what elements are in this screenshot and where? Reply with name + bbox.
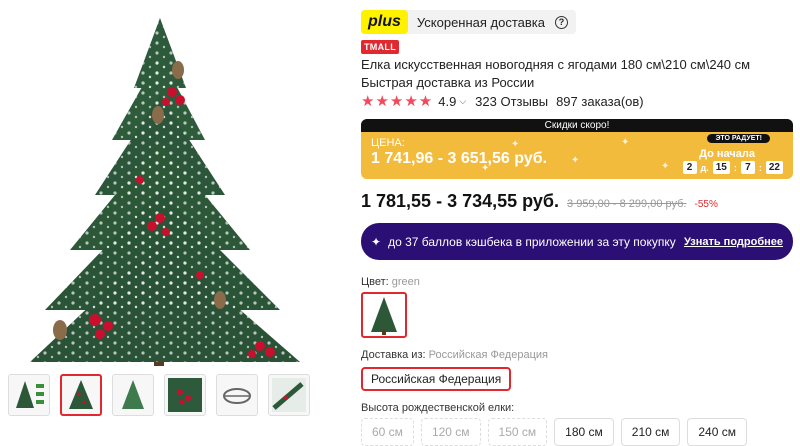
christmas-tree-image	[30, 18, 300, 366]
tmall-badge: TMALL	[361, 40, 399, 54]
sparkle-icon: ✦	[571, 155, 580, 166]
cashback-learn-more-link[interactable]: Узнать подробнее	[684, 236, 783, 248]
countdown-separator: :	[758, 162, 762, 173]
thumbnail-3[interactable]	[112, 374, 154, 416]
thumbnail-6[interactable]	[268, 374, 310, 416]
tree-thumb-icon	[69, 380, 93, 409]
countdown-seconds: 22	[765, 161, 783, 174]
countdown-hours: 15	[712, 161, 730, 174]
color-label-text: Цвет:	[361, 276, 389, 288]
tree-green-thumb-icon	[122, 380, 144, 409]
old-price: 3 959,00 - 8 299,00 руб.	[567, 198, 687, 210]
price-row: 1 781,55 - 3 734,55 руб. 3 959,00 - 8 29…	[361, 191, 718, 212]
promo-banner: Скидки скоро! ✦ ✦ ✦ ✦ ✦ ЦЕНА: 1 741,96 -…	[361, 119, 793, 179]
orders-count: 897 заказа(ов)	[556, 93, 644, 109]
sparkle-icon: ✦	[661, 161, 670, 172]
height-option-60[interactable]: 60 см	[361, 418, 414, 446]
plus-badge: plus	[361, 10, 408, 34]
shipping-label: Доставка из: Российская Федерация	[361, 349, 548, 361]
promo-price-label: ЦЕНА:	[371, 137, 405, 149]
cashback-banner[interactable]: ✦ до 37 баллов кэшбека в приложении за э…	[361, 223, 793, 260]
sparkle-icon: ✦	[511, 139, 520, 150]
product-title: Елка искусственная новогодняя с ягодами …	[361, 57, 751, 90]
current-price: 1 781,55 - 3 734,55 руб.	[361, 191, 560, 211]
thumbnail-strip	[8, 374, 310, 416]
cashback-text: до 37 баллов кэшбека в приложении за эту…	[388, 234, 676, 249]
shipping-option-russia[interactable]: Российская Федерация	[361, 367, 512, 391]
promo-slogan: ЭТО РАДУЕТ!	[707, 134, 770, 143]
plus-delivery-banner[interactable]: plus Ускоренная доставка ?	[361, 10, 577, 34]
countdown-label: До начала	[699, 148, 755, 160]
countdown-days-unit: д.	[700, 162, 709, 173]
color-swatch-green[interactable]	[361, 292, 407, 338]
thumbnail-1[interactable]	[8, 374, 50, 416]
rating-value[interactable]: 4.9	[438, 94, 456, 109]
thumbnail-2[interactable]	[60, 374, 102, 416]
color-label: Цвет: green	[361, 276, 420, 288]
height-label: Высота рождественской елки:	[361, 402, 515, 414]
thumbnail-5[interactable]	[216, 374, 258, 416]
height-option-210[interactable]: 210 см	[620, 418, 681, 446]
promo-price: 1 741,96 - 3 651,56 руб.	[371, 150, 548, 167]
plus-delivery-text: Ускоренная доставка	[416, 14, 546, 30]
color-value: green	[391, 276, 420, 288]
height-option-180[interactable]: 180 см	[554, 418, 614, 446]
height-option-240[interactable]: 240 см	[687, 418, 747, 446]
countdown-minutes: 7	[740, 161, 755, 174]
tree-berries-closeup-thumb-icon	[168, 378, 202, 412]
reviews-link[interactable]: 323 Отзывы	[475, 94, 548, 109]
height-option-120[interactable]: 120 см	[420, 418, 481, 446]
promo-header: Скидки скоро!	[361, 119, 793, 132]
countdown-days: 2	[682, 161, 697, 174]
discount-badge: -55%	[694, 199, 718, 210]
height-options: 60 см 120 см 150 см 180 см 210 см 240 см	[361, 418, 747, 446]
tree-branch-thumb-icon	[272, 378, 306, 412]
rating-stars-icon: ★★★★★	[361, 93, 434, 110]
height-option-150[interactable]: 150 см	[487, 418, 548, 446]
chevron-down-icon[interactable]: ⌵	[459, 96, 466, 107]
tree-swatch-icon	[371, 297, 397, 335]
sparkle-icon: ✦	[621, 137, 630, 148]
main-product-image[interactable]	[0, 0, 346, 368]
rating-row: ★★★★★ 4.9 ⌵ 323 Отзывы 897 заказа(ов)	[361, 92, 644, 110]
thumbnail-4[interactable]	[164, 374, 206, 416]
tree-stand-thumb-icon	[223, 388, 251, 404]
sparkle-icon: ✦	[371, 234, 382, 249]
countdown-timer: 2 д. 15 : 7 : 22	[682, 161, 783, 174]
tree-with-sizes-thumb-icon	[16, 381, 44, 408]
shipping-value: Российская Федерация	[428, 349, 548, 361]
help-icon[interactable]: ?	[555, 15, 569, 29]
shipping-label-text: Доставка из:	[361, 349, 426, 361]
countdown-separator: :	[733, 162, 737, 173]
